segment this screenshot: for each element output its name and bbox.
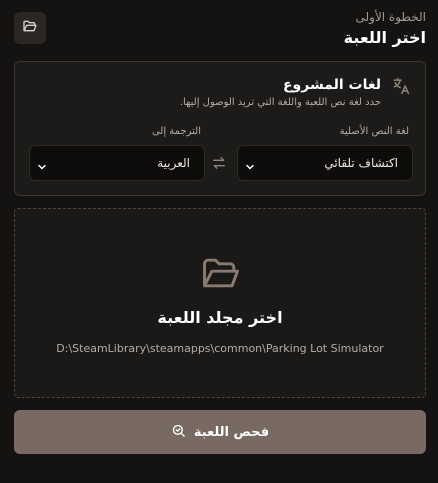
- target-language-label: الترجمة إلى: [151, 126, 201, 137]
- source-language-value: اكتشاف تلقائي: [324, 156, 398, 170]
- translate-icon: [391, 76, 411, 100]
- scan-button-label: فحص اللعبة: [193, 424, 270, 440]
- page-title: اختر اللعبة: [343, 28, 426, 47]
- chevron-down-icon: [244, 158, 256, 177]
- folder-icon: [22, 18, 38, 38]
- step-label: الخطوة الأولى: [355, 10, 426, 24]
- card-description: حدد لغة نص اللعبة واللغة التي تريد الوصو…: [179, 97, 381, 108]
- card-title: لغات المشروع: [282, 77, 381, 93]
- header: الخطوة الأولى اختر اللعبة: [14, 10, 426, 54]
- swap-icon[interactable]: [211, 155, 227, 175]
- folder-open-icon: [199, 251, 243, 299]
- source-language-label: لغة النص الأصلية: [339, 126, 409, 137]
- scan-game-button[interactable]: فحص اللعبة: [14, 410, 426, 454]
- selected-folder-path: D:\SteamLibrary\steamapps\common\Parking…: [56, 342, 384, 355]
- search-check-icon: [171, 423, 186, 442]
- source-language-select[interactable]: اكتشاف تلقائي: [237, 145, 413, 181]
- project-languages-card: لغات المشروع حدد لغة نص اللعبة واللغة ال…: [14, 61, 426, 196]
- open-folder-button[interactable]: [14, 12, 46, 44]
- target-language-value: العربية: [157, 156, 190, 170]
- dropzone-title: اختر مجلد اللعبة: [157, 308, 283, 327]
- game-folder-dropzone[interactable]: اختر مجلد اللعبة D:\SteamLibrary\steamap…: [14, 208, 426, 398]
- chevron-down-icon: [36, 158, 48, 177]
- target-language-select[interactable]: العربية: [29, 145, 205, 181]
